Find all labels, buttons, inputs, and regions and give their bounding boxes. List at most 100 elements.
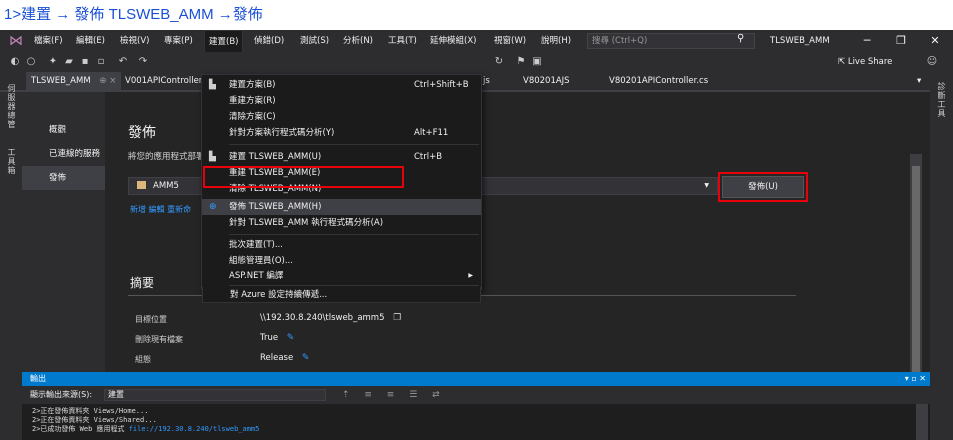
diagnostic-tools-tab[interactable]: 診斷工具 — [936, 82, 947, 118]
profile-name: AMM5 — [153, 181, 179, 191]
open-icon[interactable]: ▰ — [62, 54, 76, 70]
search-input[interactable]: 搜尋 (Ctrl+Q) — [587, 33, 755, 49]
summary-title: 摘要 — [130, 276, 155, 290]
tab-v80201apicontroller[interactable]: V80201APIController.cs — [604, 72, 713, 90]
menu-separator — [229, 144, 479, 145]
menu-separator — [229, 234, 479, 235]
share-icon: ⇱ — [838, 57, 848, 67]
menu-test[interactable]: 測試(S) — [296, 30, 333, 52]
tab-v80201ajs[interactable]: V80201AJS — [518, 72, 575, 90]
menu-file[interactable]: 檔案(F) — [30, 30, 67, 52]
back-icon[interactable]: ◐ — [8, 54, 22, 70]
menu-item-batch-build[interactable]: 批次建置(T)... — [202, 237, 481, 253]
tab-pin-close-icon[interactable]: ⊕ × — [99, 76, 116, 86]
copy-icon[interactable]: ❐ — [393, 313, 401, 323]
profile-actions[interactable]: 新增 編輯 重新命 — [130, 204, 191, 215]
output-title-bar: 輸出 ▾ ▫ ✕ — [22, 372, 930, 386]
scrollbar-thumb[interactable] — [912, 166, 920, 396]
nav-publish[interactable]: 發佈 — [22, 166, 105, 190]
summary-row-label: 組態 — [135, 355, 151, 364]
build-icon: ▙ — [209, 152, 216, 162]
menu-item-clean-solution[interactable]: 清除方案(C) — [202, 109, 481, 125]
menu-project[interactable]: 專案(P) — [160, 30, 197, 52]
standard-toolbar: ◐ ○ ✦ ▰ ▪ ▫ ↶ ↷ ↻ ⚑ ▣ ⇱ Live Share ☺ — [0, 52, 953, 72]
summary-row-value: True ✎ — [260, 333, 295, 343]
live-share-button[interactable]: ⇱ Live Share — [838, 52, 892, 72]
build-icon: ▙ — [209, 80, 216, 90]
menu-item-aspnet-compile[interactable]: ASP.NET 編譯 ▶ — [202, 268, 481, 284]
nav-connected-services[interactable]: 已連線的服務 — [22, 142, 105, 166]
output-toolbar: 顯示輸出來源(S): 建置 ⇡ ≡ ≡ ☰ ⇄ — [22, 386, 930, 404]
publish-menu-highlight — [203, 166, 404, 188]
restore-icon[interactable]: ❐ — [890, 30, 912, 52]
menu-item-configuration-manager[interactable]: 組態管理員(O)... — [202, 253, 481, 269]
menu-edit[interactable]: 編輯(E) — [72, 30, 109, 52]
refresh-icon[interactable]: ↻ — [492, 54, 506, 70]
output-line: 2>已成功發佈 Web 應用程式 file://192.30.8.240/tls… — [32, 425, 260, 433]
output-tool-icons[interactable]: ⇡ ≡ ≡ ☰ ⇄ — [342, 386, 446, 404]
output-source-label: 顯示輸出來源(S): — [30, 390, 93, 399]
visual-studio-window: ⋈ 檔案(F) 編輯(E) 檢視(V) 專案(P) 建置(B) 偵錯(D) 測試… — [0, 30, 953, 440]
forward-icon[interactable]: ○ — [24, 54, 38, 70]
submenu-arrow-icon: ▶ — [468, 272, 473, 279]
menu-help[interactable]: 說明(H) — [537, 30, 575, 52]
output-source-select[interactable]: 建置 — [104, 389, 326, 401]
output-title: 輸出 — [30, 374, 46, 383]
menu-extensions[interactable]: 延伸模組(X) — [426, 30, 480, 52]
output-scrollbar[interactable] — [916, 404, 928, 440]
menu-view[interactable]: 檢視(V) — [116, 30, 153, 52]
menu-item-build-project[interactable]: ▙ 建置 TLSWEB_AMM(U) Ctrl+B — [202, 149, 481, 165]
menu-debug[interactable]: 偵錯(D) — [250, 30, 288, 52]
menu-item-publish-project[interactable]: ⊕ 發佈 TLSWEB_AMM(H) — [202, 199, 481, 215]
output-link[interactable]: file://192.30.8.240/tlsweb_amm5 — [129, 425, 260, 433]
output-window-controls[interactable]: ▾ ▫ ✕ — [905, 372, 926, 386]
close-icon[interactable]: ✕ — [924, 30, 946, 52]
tab-overflow-icon[interactable]: ▾ — [912, 72, 926, 90]
summary-row-label: 刪除現有檔案 — [135, 335, 183, 344]
new-project-icon[interactable]: ✦ — [46, 54, 60, 70]
summary-row-value: \\192.30.8.240\tlsweb_amm5 ❐ — [260, 313, 402, 323]
visual-studio-logo-icon: ⋈ — [9, 33, 23, 49]
undo-icon[interactable]: ↶ — [116, 54, 130, 70]
menu-item-code-analysis-project[interactable]: 針對 TLSWEB_AMM 執行程式碼分析(A) — [202, 215, 481, 231]
output-window: 輸出 ▾ ▫ ✕ 顯示輸出來源(S): 建置 ⇡ ≡ ≡ ☰ ⇄ 2>正在發佈資… — [22, 372, 930, 440]
server-explorer-tab[interactable]: 伺服器總管 — [6, 84, 17, 129]
feedback-icon[interactable]: ☺ — [925, 54, 939, 70]
menu-item-code-analysis-solution[interactable]: 針對方案執行程式碼分析(Y) Alt+F11 — [202, 125, 481, 141]
menu-item-build-solution[interactable]: ▙ 建置方案(B) Ctrl+Shift+B — [202, 77, 481, 93]
menu-window[interactable]: 視窗(W) — [490, 30, 530, 52]
globe-icon: ⊕ — [209, 202, 217, 212]
layout-icon[interactable]: ▣ — [530, 54, 544, 70]
menu-tools[interactable]: 工具(T) — [384, 30, 421, 52]
pencil-icon[interactable]: ✎ — [302, 353, 310, 363]
menu-item-rebuild-solution[interactable]: 重建方案(R) — [202, 93, 481, 109]
menu-separator — [229, 285, 479, 286]
menu-build[interactable]: 建置(B) — [204, 30, 244, 52]
publish-nav: 概觀 已連線的服務 發佈 — [22, 92, 105, 372]
tab-v001apicontroller[interactable]: V001APIController — [120, 72, 207, 90]
save-icon[interactable]: ▪ — [78, 54, 92, 70]
redo-icon[interactable]: ↷ — [136, 54, 150, 70]
tab-tlsweb-amm[interactable]: TLSWEB_AMM ⊕ × — [26, 72, 122, 90]
right-tool-strip: 診斷工具 — [930, 72, 953, 372]
summary-row-label: 目標位置 — [135, 315, 167, 324]
browser-link-icon[interactable]: ⚑ — [514, 54, 528, 70]
minimize-icon[interactable]: ─ — [856, 30, 878, 52]
chevron-down-icon: ▼ — [704, 182, 709, 189]
pencil-icon[interactable]: ✎ — [287, 333, 295, 343]
menu-item-azure-continuous-delivery[interactable]: 對 Azure 設定持續傳遞... — [202, 287, 481, 303]
toolbox-tab[interactable]: 工具箱 — [6, 148, 17, 175]
summary-row-value: Release ✎ — [260, 353, 310, 363]
search-icon[interactable]: ⚲ — [737, 33, 744, 44]
page-title: 發佈 — [128, 125, 156, 141]
menu-bar: ⋈ 檔案(F) 編輯(E) 檢視(V) 專案(P) 建置(B) 偵錯(D) 測試… — [0, 30, 953, 52]
left-tool-strip: 伺服器總管 工具箱 — [0, 84, 22, 372]
publish-button-highlight — [718, 172, 808, 202]
solution-name: TLSWEB_AMM — [770, 36, 830, 46]
folder-icon — [137, 181, 146, 189]
page-description: 將您的應用程式部署... — [128, 152, 213, 162]
save-all-icon[interactable]: ▫ — [94, 54, 108, 70]
instruction-caption: 1>建置 → 發佈 TLSWEB_AMM →發佈 — [4, 6, 263, 23]
menu-analyze[interactable]: 分析(N) — [339, 30, 377, 52]
nav-overview[interactable]: 概觀 — [22, 118, 105, 142]
